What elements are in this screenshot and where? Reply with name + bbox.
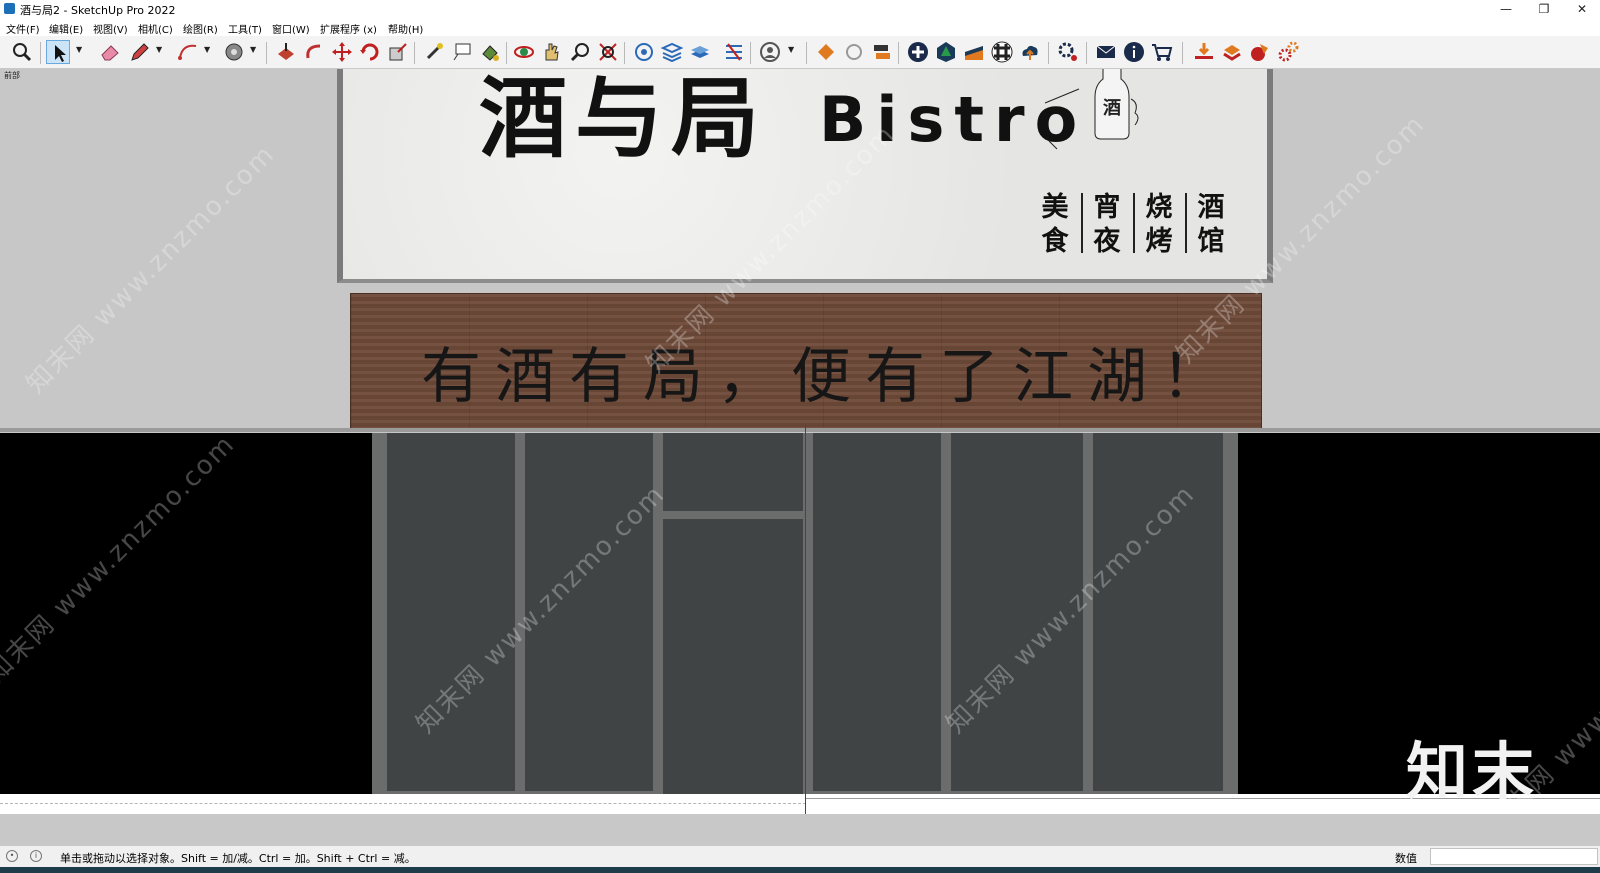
menu-file[interactable]: 文件(F) [6,21,40,36]
pencil-icon[interactable] [128,40,152,64]
door-panel [663,519,803,794]
instructor-icon[interactable]: i [30,850,42,862]
maximize-button[interactable]: ❐ [1526,0,1562,18]
pushpull-icon[interactable] [274,40,298,64]
measurements-input[interactable] [1430,848,1598,865]
user-dropdown-icon[interactable]: ▼ [788,45,796,55]
upload-icon[interactable] [1018,40,1042,64]
watermark: 知末网 www.znzmo.com [20,139,282,400]
title-bar: 酒与局2 - SketchUp Pro 2022 — ❐ ✕ [0,0,1600,18]
image-id-watermark: ID: 1179517354 [1360,802,1578,814]
mail-icon[interactable] [1094,40,1118,64]
styles-icon[interactable] [688,40,712,64]
model-viewport[interactable]: 前部 酒与局 Bistro 酒 美食 宵夜 烧烤 酒馆 有酒有局，便有了江湖！ [0,69,1600,814]
tape-dropdown-icon[interactable]: ▼ [250,45,258,55]
info-icon[interactable] [1122,40,1146,64]
component-icon[interactable] [632,40,656,64]
value-label: 数值 [1395,852,1417,865]
layout-icon[interactable] [1248,40,1272,64]
menu-tools[interactable]: 工具(T) [228,21,262,36]
zoom-window-icon[interactable] [568,40,592,64]
move-icon[interactable] [330,40,354,64]
menu-edit[interactable]: 编辑(E) [49,21,83,36]
category-xiaoye: 宵夜 [1093,192,1121,257]
pan-icon[interactable] [540,40,564,64]
cart-icon[interactable] [1150,40,1174,64]
glass-panel [387,433,515,791]
brand-watermark: 知末 [1406,735,1539,808]
zoom-icon[interactable] [10,40,34,64]
geolocation-icon[interactable]: • [6,850,18,862]
wall-ledge [0,428,1600,432]
zoom-extents-icon[interactable] [596,40,620,64]
storefront-sign: 酒与局 Bistro 酒 美食 宵夜 烧烤 酒馆 [337,69,1273,283]
taskbar-edge [0,867,1600,873]
stack-icon[interactable] [1220,40,1244,64]
status-bar: • i 单击或拖动以选择对象。Shift = 加/减。Ctrl = 加。Shif… [0,845,1600,868]
extension-warehouse-icon[interactable] [814,40,838,64]
checker-icon[interactable] [990,40,1014,64]
main-toolbar: ▼ ▼ ▼ ▼ ▼ [0,36,1600,69]
pencil-dropdown-icon[interactable]: ▼ [156,45,164,55]
menu-help[interactable]: 帮助(H) [388,21,423,36]
scale-icon[interactable] [386,40,410,64]
category-shaokao: 烧烤 [1145,192,1173,257]
terrain-icon[interactable] [962,40,986,64]
refresh-icon[interactable] [842,40,866,64]
menu-draw[interactable]: 绘图(R) [183,21,218,36]
window-title: 酒与局2 - SketchUp Pro 2022 [20,4,176,17]
arc-dropdown-icon[interactable]: ▼ [204,45,212,55]
close-button[interactable]: ✕ [1564,0,1600,18]
menu-camera[interactable]: 相机(C) [138,21,173,36]
tree-icon[interactable] [934,40,958,64]
select-icon[interactable] [46,40,70,64]
green-axis-line [805,425,806,814]
sign-name-text: 酒与局 [479,69,768,170]
sketchup-logo-icon [4,3,15,14]
menu-view[interactable]: 视图(V) [93,21,128,36]
menu-window[interactable]: 窗口(W) [272,21,310,36]
followme-icon[interactable] [302,40,326,64]
orbit-icon[interactable] [512,40,536,64]
paint-icon[interactable] [478,40,502,64]
add-icon[interactable] [906,40,930,64]
select-dropdown-icon[interactable]: ▼ [76,45,84,55]
measure-icon[interactable] [422,40,446,64]
scenes-icon[interactable] [722,40,746,64]
wooden-slogan-board: 有酒有局，便有了江湖！ [350,293,1262,429]
hand-bottle-illustration: 酒 [1044,69,1139,150]
glass-panel [1093,433,1223,791]
slogan-text: 有酒有局，便有了江湖！ [421,342,1235,412]
bottle-label: 酒 [1103,97,1121,119]
glass-panel [813,433,941,791]
transom-panel [663,433,803,511]
rotate-icon[interactable] [358,40,382,64]
gears-icon[interactable] [1276,40,1300,64]
scene-tab-label[interactable]: 前部 [4,70,20,81]
minimize-button[interactable]: — [1488,0,1524,18]
arc-icon[interactable] [176,40,200,64]
settings-icon[interactable] [1056,40,1080,64]
menu-extensions[interactable]: 扩展程序 (x) [320,21,377,36]
tape-icon[interactable] [222,40,246,64]
menu-bar: 文件(F) 编辑(E) 视图(V) 相机(C) 绘图(R) 工具(T) 窗口(W… [0,18,1600,36]
status-message: 单击或拖动以选择对象。Shift = 加/减。Ctrl = 加。Shift + … [60,852,416,865]
eraser-icon[interactable] [98,40,122,64]
category-jiuguan: 酒馆 [1197,192,1225,257]
category-meishi: 美食 [1041,192,1069,257]
import-icon[interactable] [1192,40,1216,64]
layers-icon[interactable] [660,40,684,64]
user-icon[interactable] [758,40,782,64]
send-icon[interactable] [870,40,894,64]
text-icon[interactable] [450,40,474,64]
